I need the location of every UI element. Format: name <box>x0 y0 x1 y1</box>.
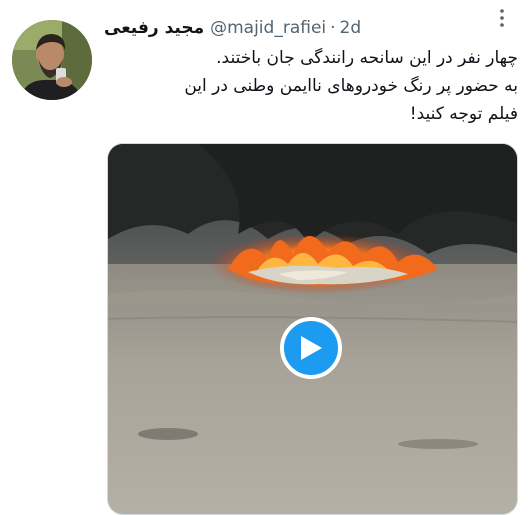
video-thumbnail[interactable] <box>107 143 518 515</box>
separator-dot: · <box>330 18 336 38</box>
tweet-text-line: فیلم توجه کنید! <box>409 104 518 124</box>
play-icon <box>301 336 322 360</box>
tweet-text-line: چهار نفر در این سانحه رانندگی جان باختند… <box>216 48 518 68</box>
more-options-icon[interactable] <box>490 6 514 30</box>
tweet-header: مجید رفیعی @majid_rafiei · 2d <box>104 15 524 41</box>
avatar-image <box>12 20 92 100</box>
avatar[interactable] <box>12 20 92 100</box>
tweet-text: چهار نفر در این سانحه رانندگی جان باختند… <box>104 44 518 128</box>
tweet-text-line: به حضور پر رنگ خودروهای ناایمن وطنی در ا… <box>184 76 518 96</box>
play-button[interactable] <box>280 317 342 379</box>
tweet[interactable]: مجید رفیعی @majid_rafiei · 2d چهار نفر د… <box>0 0 532 515</box>
timestamp[interactable]: 2d <box>340 18 362 38</box>
author-name[interactable]: مجید رفیعی <box>104 18 204 38</box>
author-handle[interactable]: @majid_rafiei <box>210 18 326 38</box>
